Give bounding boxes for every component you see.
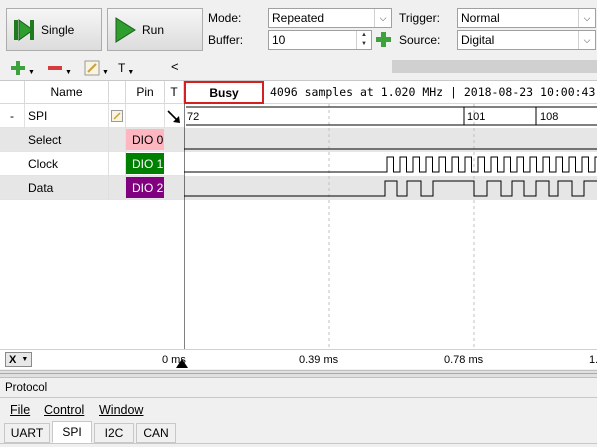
menu-control-label: Control — [44, 403, 85, 417]
edit-cell — [109, 176, 126, 200]
buffer-label: Buffer: — [208, 33, 244, 47]
menu-window-label: Window — [99, 403, 144, 417]
add-channel-button[interactable]: ▼ — [10, 59, 35, 77]
dropdown-arrow-icon: ▼ — [65, 68, 72, 76]
chevron-down-icon: ⌵ — [578, 31, 595, 49]
column-name[interactable]: Name — [25, 81, 109, 104]
x-label: X — [9, 353, 17, 366]
source-value: Digital — [461, 33, 495, 47]
text-tool-button[interactable]: T ▼ — [118, 59, 134, 77]
source-label: Source: — [399, 33, 441, 47]
spi-value: 108 — [540, 111, 558, 123]
trigger-marker-icon[interactable] — [176, 359, 188, 368]
mode-value: Repeated — [272, 11, 325, 25]
single-button[interactable]: Single — [6, 8, 102, 51]
edit-icon — [84, 60, 100, 76]
run-label: Run — [142, 22, 165, 37]
spin-arrows-icon[interactable]: ▲ ▼ — [356, 31, 371, 49]
add-icon[interactable] — [375, 31, 392, 48]
select-row-bg — [184, 128, 597, 152]
expander-header — [0, 81, 25, 104]
edit-icon[interactable] — [109, 104, 126, 128]
dropdown-arrow-icon: ▼ — [127, 68, 135, 76]
dropdown-arrow-icon: ▼ — [21, 356, 29, 363]
tab-can[interactable]: CAN — [136, 423, 176, 443]
capture-info: 4096 samples at 1.020 MHz | 2018-08-23 1… — [270, 85, 596, 99]
channel-name: SPI — [25, 104, 109, 128]
menu-window[interactable]: Window — [99, 403, 143, 417]
play-icon — [115, 16, 136, 43]
trigger-select[interactable]: Normal ⌵ — [457, 8, 596, 28]
chevron-down-icon: ⌵ — [578, 9, 595, 27]
channel-name: Select — [25, 128, 109, 152]
menu-control[interactable]: Control — [44, 403, 84, 417]
mode-label: Mode: — [208, 11, 242, 25]
trigger-arrow-icon — [167, 110, 180, 123]
column-edit — [109, 81, 126, 104]
trigger-label: Trigger: — [399, 11, 440, 25]
mode-select[interactable]: Repeated ⌵ — [268, 8, 392, 28]
channel-row-data[interactable]: Data DIO 2 — [0, 176, 184, 200]
channel-row-clock[interactable]: Clock DIO 1 — [0, 152, 184, 176]
protocol-label: Protocol — [5, 382, 48, 394]
waveform-plot[interactable]: 72 101 108 — [184, 104, 597, 350]
single-label: Single — [41, 22, 75, 37]
source-select[interactable]: Digital ⌵ — [457, 30, 596, 50]
channel-name: Clock — [25, 152, 109, 176]
time-label: 1. — [589, 354, 597, 366]
collapse-button[interactable]: < — [171, 59, 179, 74]
run-button[interactable]: Run — [107, 8, 203, 51]
text-tool-label: T — [118, 61, 126, 75]
dropdown-arrow-icon: ▼ — [28, 68, 35, 76]
pin-badge: DIO 0 — [126, 129, 164, 150]
clock-waveform — [184, 156, 597, 173]
spi-value: 101 — [467, 111, 485, 123]
edit-cell — [109, 128, 126, 152]
time-label: 0.78 ms — [444, 354, 484, 366]
dropdown-arrow-icon: ▼ — [102, 68, 109, 76]
column-t[interactable]: T — [165, 81, 184, 104]
busy-indicator: Busy — [184, 81, 264, 104]
channel-name: Data — [25, 176, 109, 200]
edit-cell — [109, 152, 126, 176]
pin-badge: DIO 1 — [126, 153, 164, 174]
channel-row-spi[interactable]: - SPI — [0, 104, 184, 128]
tab-baseline — [0, 443, 597, 444]
single-icon — [14, 18, 34, 41]
time-label: 0.39 ms — [299, 354, 339, 366]
expander-toggle[interactable]: - — [0, 104, 25, 128]
logic-analyzer-panel: Name Pin T Busy 4096 samples at 1.020 MH… — [0, 80, 597, 369]
column-pin[interactable]: Pin — [126, 81, 165, 104]
remove-icon — [48, 66, 62, 70]
tab-spi[interactable]: SPI — [52, 421, 92, 443]
buffer-spinbox[interactable]: 10 ▲ ▼ — [268, 30, 372, 50]
tab-i2c[interactable]: I2C — [94, 423, 134, 443]
divider — [0, 397, 597, 398]
zoom-x-button[interactable]: X ▼ — [5, 352, 32, 367]
pin-badge: DIO 2 — [126, 177, 164, 198]
menu-file-label: File — [10, 403, 31, 417]
add-icon — [11, 61, 25, 75]
menu-file[interactable]: File — [10, 403, 30, 417]
channel-row-select[interactable]: Select DIO 0 — [0, 128, 184, 152]
spi-value: 72 — [187, 111, 199, 123]
buffer-value: 10 — [272, 33, 286, 47]
pin-cell — [126, 104, 165, 128]
tab-uart[interactable]: UART — [4, 423, 50, 443]
splitter-line — [0, 373, 597, 375]
trigger-value: Normal — [461, 11, 500, 25]
chevron-down-icon: ⌵ — [374, 9, 391, 27]
remove-channel-button[interactable]: ▼ — [47, 59, 72, 77]
horizontal-scrollbar[interactable] — [392, 60, 597, 73]
edit-channel-button[interactable]: ▼ — [84, 59, 109, 77]
